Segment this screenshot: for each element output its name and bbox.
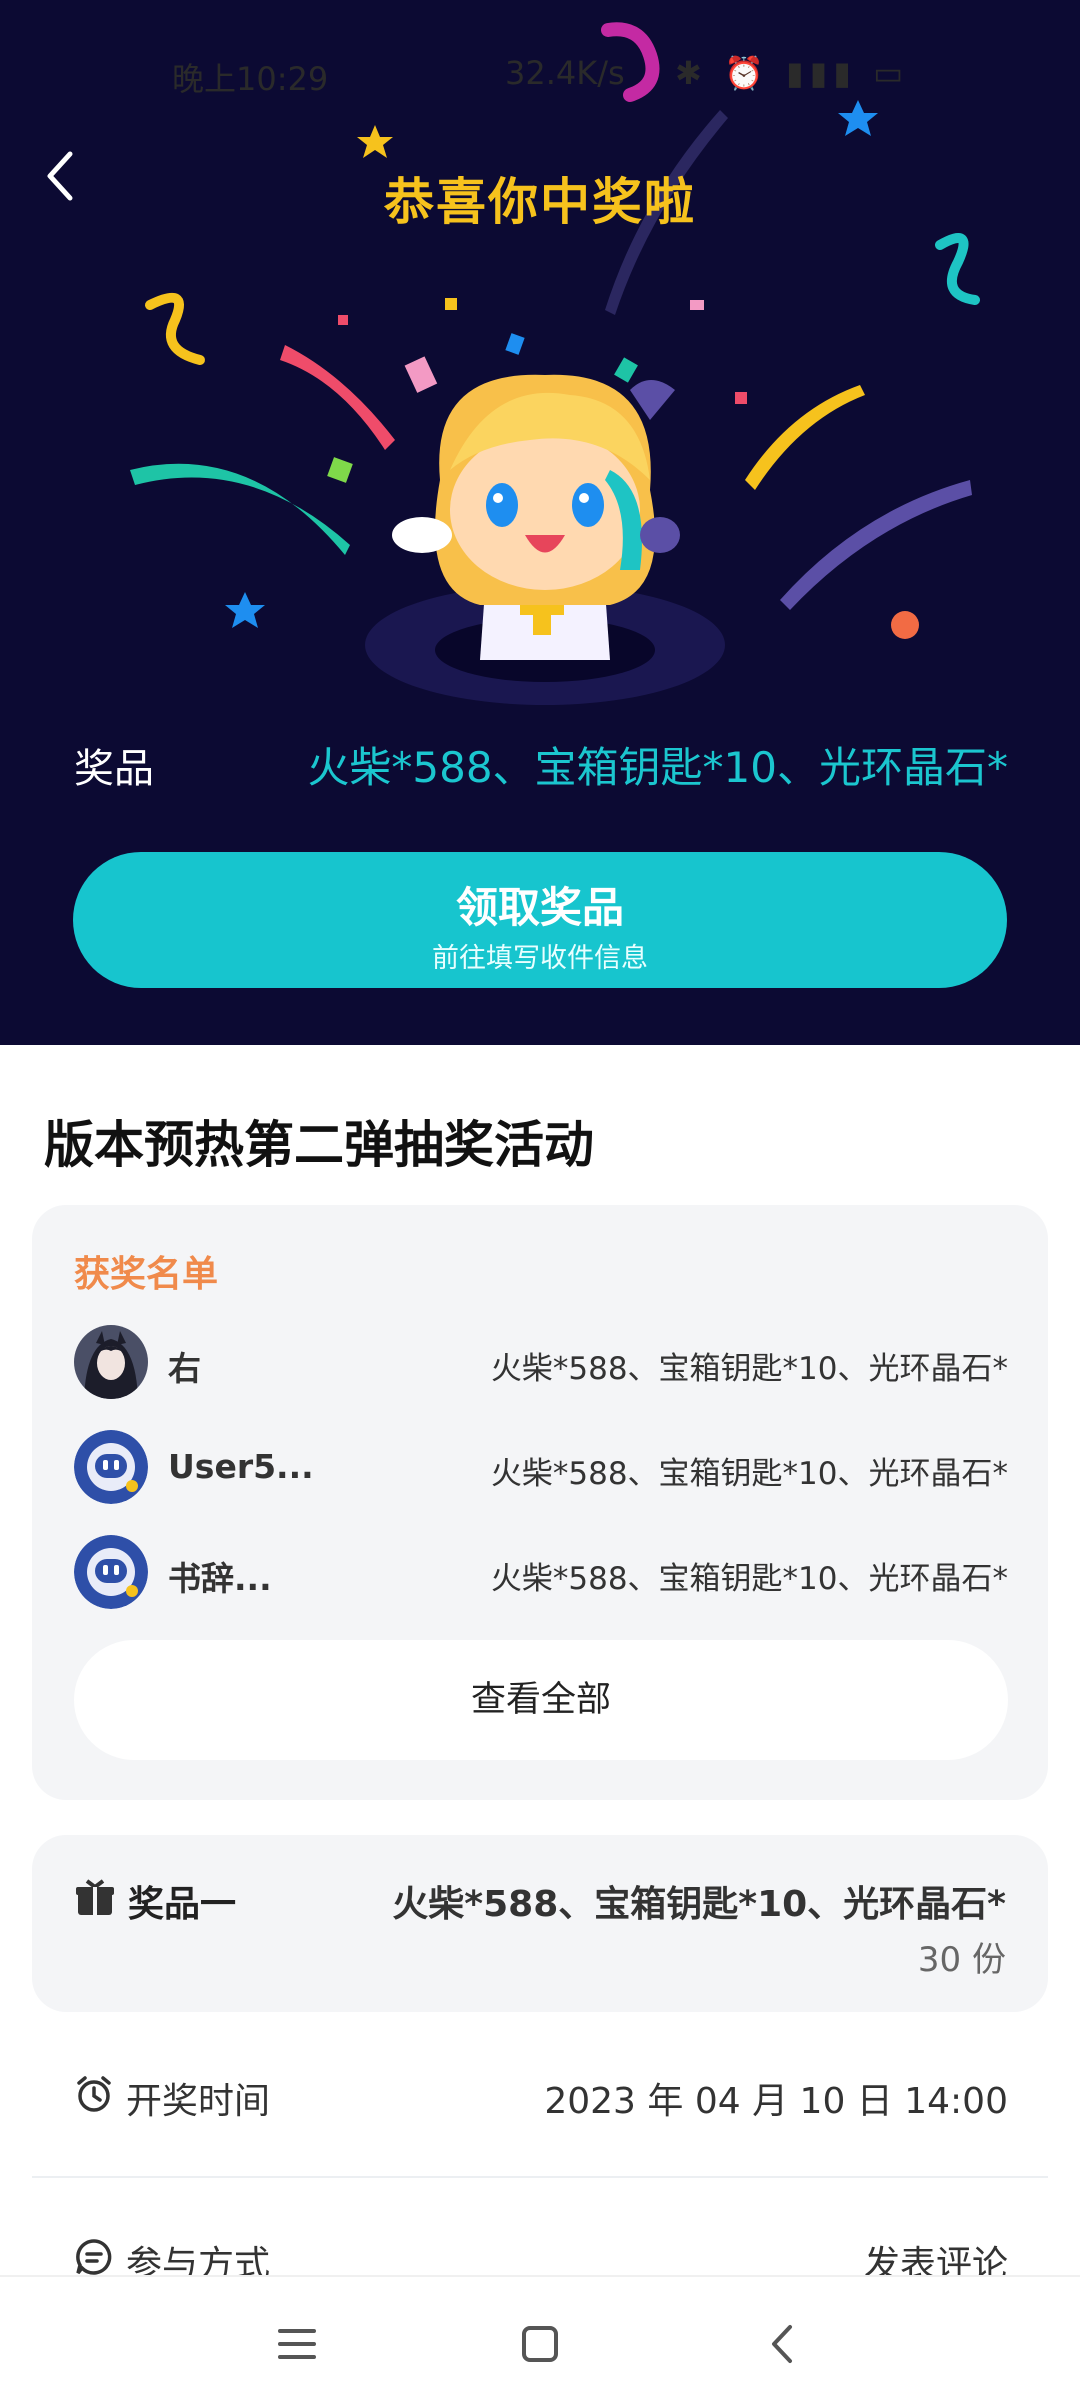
network-rate: 32.4K/s <box>505 54 625 92</box>
alarm-clock-icon <box>77 2076 111 2112</box>
status-bar: 晚上10:29 32.4K/s ✱ ⏰ ▮▮▮ ▭ <box>0 40 1080 110</box>
back-chevron-icon[interactable] <box>758 2319 808 2369</box>
draw-time-label: 开奖时间 <box>126 2081 271 2122</box>
robot-avatar-image <box>74 1535 148 1609</box>
winner-name: User5... <box>168 1447 314 1486</box>
claim-prize-sublabel: 前往填写收件信息 <box>432 943 648 974</box>
robot-avatar-image <box>74 1430 148 1504</box>
system-nav-bar <box>0 2275 1080 2402</box>
menu-icon[interactable] <box>272 2319 322 2369</box>
battery-icon: ▭ <box>873 54 910 92</box>
prize-one-label: 奖品一 <box>128 1884 237 1925</box>
claim-prize-label: 领取奖品 <box>455 883 624 932</box>
winner-name: 书辞... <box>168 1559 272 1598</box>
prize-one-count: 30 份 <box>917 1940 1006 1980</box>
status-icons: ✱ ⏰ ▮▮▮ ▭ <box>675 54 909 92</box>
prize-hero-banner: 晚上10:29 32.4K/s ✱ ⏰ ▮▮▮ ▭ 恭喜你中奖啦 奖品 火柴*5… <box>0 0 1080 1045</box>
winner-prize: 火柴*588、宝箱钥匙*10、光环晶石* <box>490 1456 1008 1492</box>
mascot-illustration <box>365 374 725 705</box>
draw-time-value: 2023 年 04 月 10 日 14:00 <box>544 2081 1008 2122</box>
gift-icon <box>76 1879 114 1915</box>
winner-prize: 火柴*588、宝箱钥匙*10、光环晶石* <box>490 1351 1008 1387</box>
signal-icon: ▮▮▮ <box>786 54 857 92</box>
prize-value: 火柴*588、宝箱钥匙*10、光环晶石* <box>307 743 1008 792</box>
draw-time-row: 开奖时间 2023 年 04 月 10 日 14:00 <box>74 2064 1008 2124</box>
winner-name: 右 <box>168 1349 201 1388</box>
avatar <box>74 1430 148 1504</box>
winner-prize: 火柴*588、宝箱钥匙*10、光环晶石* <box>490 1561 1008 1597</box>
claim-prize-button[interactable]: 领取奖品 前往填写收件信息 <box>73 852 1007 988</box>
avatar <box>74 1535 148 1609</box>
winners-title: 获奖名单 <box>74 1254 219 1295</box>
prize-label: 奖品 <box>74 746 154 792</box>
alarm-icon: ⏰ <box>723 54 770 92</box>
home-square-icon[interactable] <box>515 2319 565 2369</box>
winner-row[interactable]: 书辞... 火柴*588、宝箱钥匙*10、光环晶石* <box>74 1535 1008 1611</box>
congrats-title: 恭喜你中奖啦 <box>384 173 696 231</box>
comment-icon <box>76 2239 112 2275</box>
winner-row[interactable]: User5... 火柴*588、宝箱钥匙*10、光环晶石* <box>74 1430 1008 1506</box>
bluetooth-icon: ✱ <box>675 54 708 92</box>
view-all-button[interactable]: 查看全部 <box>74 1640 1008 1760</box>
divider <box>32 2176 1048 2178</box>
winner-row[interactable]: 右 火柴*588、宝箱钥匙*10、光环晶石* <box>74 1325 1008 1401</box>
anime-avatar-image <box>74 1325 148 1399</box>
prize-one-card: 奖品一 火柴*588、宝箱钥匙*10、光环晶石* 30 份 <box>32 1835 1048 2012</box>
status-time: 晚上10:29 <box>172 60 329 98</box>
avatar <box>74 1325 148 1399</box>
prize-one-value: 火柴*588、宝箱钥匙*10、光环晶石* <box>392 1884 1006 1925</box>
winners-card: 获奖名单 右 火柴*588、宝箱钥匙*10、光环晶石* User5... 火柴*… <box>32 1205 1048 1800</box>
activity-title: 版本预热第二弹抽奖活动 <box>44 1116 594 1174</box>
